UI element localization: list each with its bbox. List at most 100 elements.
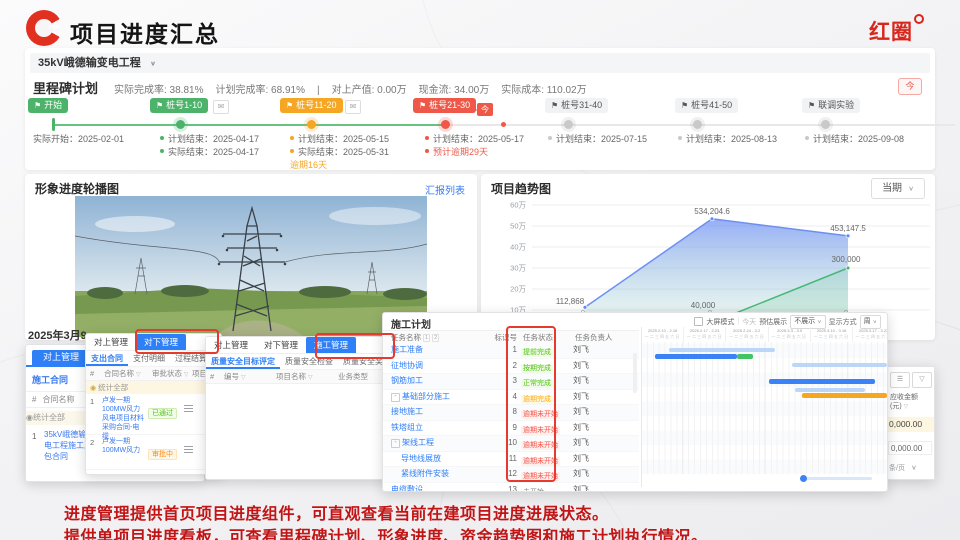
task-row[interactable]: 铁塔组立 9 逾期未开始 刘飞 xyxy=(383,421,639,437)
summary-row: ◉统计全部 xyxy=(86,381,221,394)
horizontal-scrollbar[interactable] xyxy=(802,477,872,480)
task-row[interactable]: -基础部分施工 4 逾期完成 刘飞 xyxy=(383,390,639,406)
amount-cell: 0,000.00 xyxy=(888,441,932,455)
task-row[interactable]: 导地线展放 11 逾期未开始 刘飞 xyxy=(383,452,639,468)
page: CRM 项目进度汇总 红圈 35kV峨德输变电工程 ∨ 里程碑计划 实际完成率:… xyxy=(0,0,960,540)
tab-bar: 对上管理 对下管理 xyxy=(86,334,221,351)
table-row[interactable]: 1 卢发一期100MW风力风电项目材料采购合同-电缆 已通过 xyxy=(86,394,221,435)
sort-icon[interactable]: 1 xyxy=(423,334,430,342)
bullet-dot xyxy=(290,149,294,153)
today-button[interactable]: 今天 xyxy=(742,317,756,327)
task-row[interactable]: 施工准备 1 提前完成 刘飞 xyxy=(383,343,639,359)
table-row[interactable]: 2 卢发一期100MW风力 审批中 xyxy=(86,435,221,470)
page-title: 项目进度汇总 xyxy=(70,15,220,49)
filter-icon[interactable]: ▽ xyxy=(912,372,932,388)
tab-shigong[interactable]: 施工管理 xyxy=(306,337,356,353)
gantt-bar xyxy=(655,354,737,359)
milestone-badge[interactable]: ⚑桩号31-40 xyxy=(545,98,608,113)
week-range: 2025.3.17 - 3.23 xyxy=(855,327,888,333)
gantt-bar xyxy=(792,363,887,367)
svg-text:453,147.5: 453,147.5 xyxy=(830,224,866,233)
week-range: 2025.2.17 - 2.23 xyxy=(686,327,723,333)
task-row[interactable]: 紧线附件安装 12 逾期未开始 刘飞 xyxy=(383,467,639,483)
window-construction-plan: 施工计划 大屏模式 | 今天 预估展示 不展示∨ 显示方式 周∨ 任务名称12 … xyxy=(382,312,888,492)
milestone-node[interactable] xyxy=(693,120,702,129)
milestone-node[interactable] xyxy=(564,120,573,129)
vertical-scrollbar[interactable] xyxy=(633,353,637,393)
milestone-node[interactable] xyxy=(307,120,316,129)
chevron-down-icon: ∨ xyxy=(873,317,877,327)
flag-icon: ⚑ xyxy=(681,101,688,110)
milestone-node[interactable] xyxy=(441,120,450,129)
progress-photo xyxy=(75,196,427,337)
bullet-dot xyxy=(805,136,809,140)
milestone-badge[interactable]: ⚑桩号1-10 xyxy=(150,98,208,113)
tab-duishang[interactable]: 对上管理 xyxy=(206,337,256,353)
milestone-badge-start[interactable]: ⚑开始 xyxy=(28,98,68,113)
svg-text:300,000: 300,000 xyxy=(832,255,861,264)
contract-link[interactable]: 卢发一期100MW风力风电项目材料采购合同-电缆 xyxy=(100,394,148,434)
construction-contract-link[interactable]: 施工合同 xyxy=(32,373,68,386)
task-name-link: 电缆敷设 xyxy=(391,485,423,493)
milestone-node[interactable] xyxy=(176,120,185,129)
window-quality: 对上管理 对下管理 施工管理 质量安全目标评定质量安全检查质量安全奖罚质 # 编… xyxy=(205,336,390,480)
tab-shangguanli[interactable]: 对上管理 xyxy=(32,350,90,365)
chevron-down-icon: ∨ xyxy=(908,181,914,196)
stat-item: 实际完成率: 38.81% xyxy=(114,85,203,96)
filter-icon[interactable]: ▽ xyxy=(308,375,313,381)
week-range: 2025.2.10 - 2.16 xyxy=(644,327,681,333)
svg-text:50万: 50万 xyxy=(510,222,526,231)
task-row[interactable]: 电缆敷设 13 未开始 刘飞 xyxy=(383,483,639,493)
task-owner: 刘飞 xyxy=(563,483,653,493)
subtab[interactable]: 质量安全目标评定 xyxy=(206,354,280,369)
tab-duixia[interactable]: 对下管理 xyxy=(256,337,306,353)
svg-text:534,204.6: 534,204.6 xyxy=(694,207,730,216)
sort-icon[interactable]: 2 xyxy=(432,334,439,342)
bullet-dot xyxy=(548,136,552,140)
milestone-badge[interactable]: ⚑联调实验 xyxy=(802,98,860,113)
mail-icon[interactable]: ✉ xyxy=(213,100,229,114)
table-view-icon[interactable]: ☰ xyxy=(890,372,910,388)
tree-toggle-icon[interactable]: - xyxy=(391,393,400,402)
weekday-labels: 一二三四五六日 xyxy=(684,334,725,340)
task-row[interactable]: 征地协调 2 按期完成 刘飞 xyxy=(383,359,639,375)
pager[interactable]: 条/页∨ xyxy=(889,463,917,473)
milestone-node[interactable] xyxy=(821,120,830,129)
svg-text:20万: 20万 xyxy=(510,285,526,294)
tab-duishang[interactable]: 对上管理 xyxy=(86,334,136,350)
window-receivable: ☰ ▽ 应收金额(元)▽ 0,000.00 0,000.00 条/页∨ xyxy=(885,366,935,480)
contract-link[interactable]: 卢发一期100MW风力 xyxy=(100,435,148,469)
report-list-link[interactable]: 汇报列表 xyxy=(425,182,465,197)
task-row[interactable]: 接地施工 8 逾期未开始 刘飞 xyxy=(383,405,639,421)
project-selector[interactable]: 35kV峨德输变电工程 ∨ xyxy=(30,53,930,73)
milestone-badge[interactable]: ⚑桩号21-30 xyxy=(413,98,476,113)
weekday-labels: 一二三四五六日 xyxy=(853,334,888,340)
scrollbar-knob[interactable] xyxy=(800,475,807,482)
table-header: # 合同名称▽ 审批状态▽ 项目名 xyxy=(86,367,221,381)
subtab[interactable]: 支出合同 xyxy=(86,351,128,366)
milestone-detail: 计划结束：2025-09-08 xyxy=(805,133,904,146)
chevron-down-icon: ∨ xyxy=(911,464,917,471)
milestone-detail: 计划结束：2025-04-17实际结束：2025-04-17 xyxy=(160,133,259,159)
task-row[interactable]: -架线工程 10 逾期未开始 刘飞 xyxy=(383,436,639,452)
flag-icon: ⚑ xyxy=(551,101,558,110)
today-button[interactable]: 今 xyxy=(898,78,922,95)
gantt-bar xyxy=(769,379,875,384)
subtab[interactable]: 支付明细 xyxy=(128,353,170,364)
period-select[interactable]: 当期∨ xyxy=(871,178,925,199)
subtab[interactable]: 质量安全检查 xyxy=(280,356,338,367)
tree-toggle-icon[interactable]: - xyxy=(391,439,400,448)
task-row[interactable]: 钢筋加工 3 正常完成 刘飞 xyxy=(383,374,639,390)
big-screen-checkbox[interactable] xyxy=(694,317,703,326)
filter-icon[interactable]: ▽ xyxy=(904,404,909,410)
filter-icon[interactable]: ▽ xyxy=(136,372,141,378)
stat-item: | xyxy=(317,85,320,96)
svg-text:40万: 40万 xyxy=(510,243,526,252)
milestone-badge[interactable]: ⚑桩号41-50 xyxy=(675,98,738,113)
tab-duixia[interactable]: 对下管理 xyxy=(136,334,186,350)
mail-icon[interactable]: ✉ xyxy=(345,100,361,114)
task-status-badge: 逾期未开始 xyxy=(521,457,560,466)
filter-icon[interactable]: ▽ xyxy=(241,375,246,381)
column-header: 应收金额(元)▽ xyxy=(890,393,932,412)
milestone-badge[interactable]: ⚑桩号11-20 xyxy=(280,98,343,113)
